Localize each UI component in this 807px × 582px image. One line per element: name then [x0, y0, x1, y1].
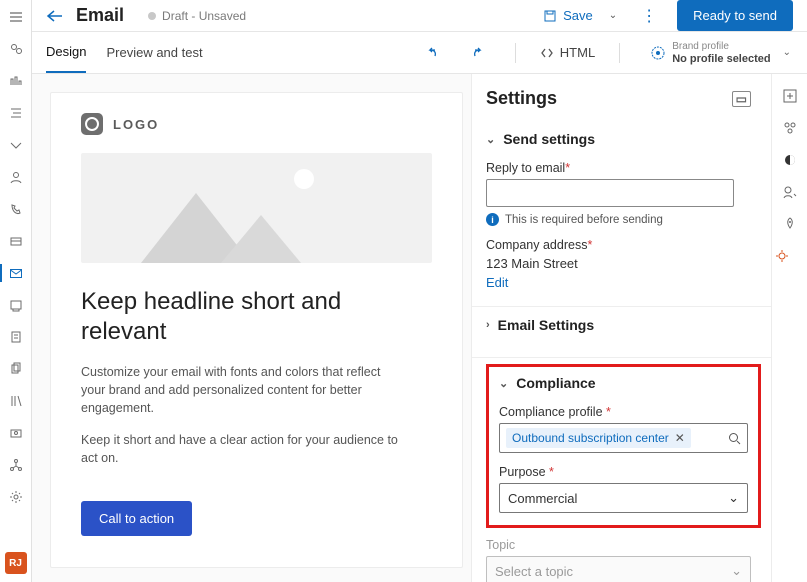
brand-profile-icon	[650, 45, 666, 61]
company-address-value: 123 Main Street	[486, 256, 771, 271]
back-button[interactable]	[46, 9, 64, 23]
compliance-profile-pill: Outbound subscription center ✕	[506, 428, 691, 448]
topic-placeholder: Select a topic	[495, 564, 573, 579]
cta-button[interactable]: Call to action	[81, 501, 192, 536]
body-paragraph-2[interactable]: Keep it short and have a clear action fo…	[81, 431, 401, 467]
code-icon	[540, 46, 554, 60]
nav-icon-hierarchy[interactable]	[0, 452, 32, 478]
rocket-icon[interactable]	[782, 216, 798, 232]
save-button[interactable]: Save	[543, 8, 593, 23]
email-canvas[interactable]: LOGO Keep headline short and relevant Cu…	[50, 92, 463, 568]
layout-icon[interactable]	[782, 120, 798, 136]
reply-to-label: Reply to email*	[486, 161, 771, 175]
required-info-text: This is required before sending	[505, 214, 663, 226]
settings-gear-icon[interactable]	[774, 248, 807, 264]
undo-button[interactable]	[419, 42, 445, 64]
chevron-down-icon: ⌄	[728, 490, 739, 506]
user-avatar[interactable]: RJ	[5, 552, 27, 574]
compliance-label: Compliance	[516, 375, 595, 391]
chevron-down-icon: ⌄	[731, 563, 742, 579]
nav-icon-forms[interactable]	[0, 324, 32, 350]
nav-icon-3[interactable]	[0, 100, 32, 126]
nav-icon-library[interactable]	[0, 388, 32, 414]
topic-select[interactable]: Select a topic ⌄	[486, 556, 751, 582]
draft-status: Draft - Unsaved	[148, 9, 246, 23]
nav-icon-copy[interactable]	[0, 356, 32, 382]
compliance-profile-label: Compliance profile *	[499, 405, 748, 419]
dock-icon[interactable]: ▭	[732, 91, 751, 107]
nav-icon-card[interactable]	[0, 228, 32, 254]
compliance-profile-value: Outbound subscription center	[512, 431, 669, 445]
brand-profile-selector[interactable]: Brand profile No profile selected ⌄	[644, 41, 797, 65]
logo-text: LOGO	[113, 117, 159, 132]
add-element-icon[interactable]	[782, 88, 798, 104]
nav-icon-settings[interactable]	[0, 484, 32, 510]
page-title: Email	[76, 5, 124, 26]
nav-icon-4[interactable]	[0, 132, 32, 158]
nav-icon-phone[interactable]	[0, 196, 32, 222]
save-label: Save	[563, 8, 593, 23]
settings-title: Settings	[486, 88, 557, 109]
sun-icon	[294, 169, 314, 189]
nav-icon-5[interactable]	[0, 292, 32, 318]
brand-profile-label: Brand profile	[672, 41, 770, 53]
redo-button[interactable]	[465, 42, 491, 64]
reply-to-input[interactable]	[486, 179, 734, 207]
chevron-down-icon: ⌄	[777, 47, 797, 58]
chevron-right-icon: ›	[486, 319, 490, 331]
email-settings-label: Email Settings	[498, 317, 594, 333]
right-tool-rail	[771, 74, 807, 582]
topic-label: Topic	[486, 538, 751, 552]
mountain-icon	[221, 215, 301, 263]
left-nav-rail: RJ	[0, 0, 32, 582]
logo-block: LOGO	[81, 113, 432, 135]
compliance-profile-input[interactable]: Outbound subscription center ✕	[499, 423, 748, 453]
body-paragraph-1[interactable]: Customize your email with fonts and colo…	[81, 363, 401, 417]
nav-icon-1[interactable]	[0, 36, 32, 62]
headline-text[interactable]: Keep headline short and relevant	[81, 287, 381, 347]
personalize-icon[interactable]	[782, 184, 798, 200]
hamburger-icon[interactable]	[0, 4, 32, 30]
theme-icon[interactable]	[782, 152, 798, 168]
nav-icon-2[interactable]	[0, 68, 32, 94]
hero-image-placeholder[interactable]	[81, 153, 432, 263]
nav-icon-email[interactable]	[0, 260, 32, 286]
send-settings-label: Send settings	[503, 131, 595, 147]
tab-preview[interactable]: Preview and test	[106, 33, 202, 72]
purpose-select[interactable]: Commercial ⌄	[499, 483, 748, 513]
chevron-down-icon: ⌄	[499, 377, 508, 390]
compliance-section-highlight: ⌄ Compliance Compliance profile * Outbou…	[486, 364, 761, 528]
ready-to-send-button[interactable]: Ready to send	[677, 0, 793, 31]
compliance-header[interactable]: ⌄ Compliance	[499, 375, 748, 401]
more-button[interactable]: ⋮	[633, 6, 665, 26]
send-settings-header[interactable]: ⌄ Send settings	[486, 121, 771, 157]
remove-pill-button[interactable]: ✕	[675, 431, 685, 445]
status-text: Draft - Unsaved	[162, 9, 246, 23]
save-icon	[543, 9, 557, 23]
save-dropdown[interactable]: ⌄	[605, 10, 621, 21]
purpose-label: Purpose *	[499, 465, 748, 479]
top-bar: Email Draft - Unsaved Save ⌄ ⋮ Ready to …	[32, 0, 807, 32]
html-button[interactable]: HTML	[540, 45, 595, 60]
status-dot-icon	[148, 12, 156, 20]
logo-icon	[81, 113, 103, 135]
company-address-label: Company address*	[486, 238, 771, 252]
tab-bar: Design Preview and test HTML Brand profi…	[32, 32, 807, 74]
required-info: i This is required before sending	[486, 213, 771, 226]
nav-icon-person[interactable]	[0, 164, 32, 190]
brand-profile-value: No profile selected	[672, 53, 770, 65]
html-label: HTML	[560, 45, 595, 60]
tab-design[interactable]: Design	[46, 32, 86, 73]
edit-link[interactable]: Edit	[486, 275, 508, 290]
chevron-down-icon: ⌄	[486, 133, 495, 146]
info-icon: i	[486, 213, 499, 226]
search-icon[interactable]	[728, 432, 741, 445]
purpose-value: Commercial	[508, 491, 577, 506]
nav-icon-6[interactable]	[0, 420, 32, 446]
settings-panel: Settings ▭ ⌄ Send settings Reply to emai…	[471, 74, 771, 582]
email-settings-header[interactable]: › Email Settings	[486, 307, 771, 343]
